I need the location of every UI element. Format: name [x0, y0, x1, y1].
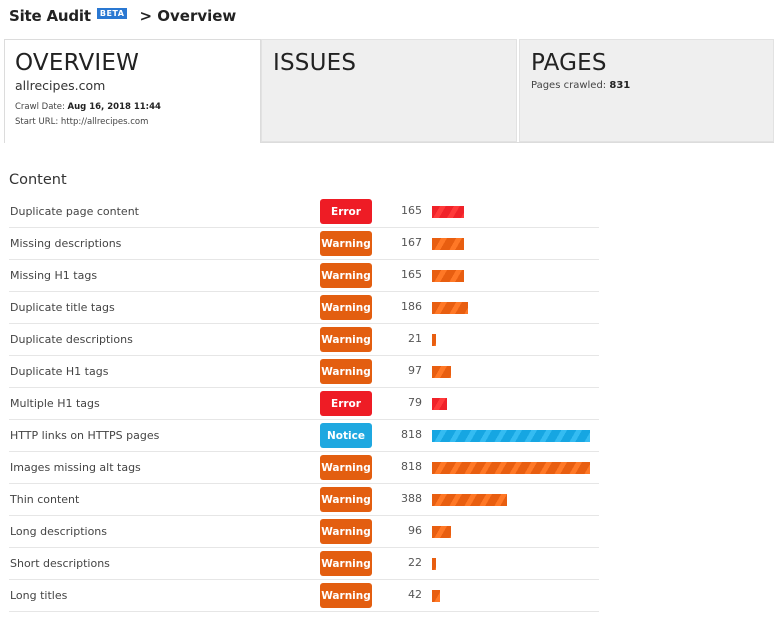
- start-url: Start URL: http://allrecipes.com: [15, 117, 148, 127]
- issue-label[interactable]: Duplicate title tags: [10, 301, 115, 314]
- issue-row[interactable]: Thin content Warning 388: [9, 484, 599, 516]
- issue-count-bar: [432, 462, 590, 474]
- issue-label[interactable]: Multiple H1 tags: [10, 397, 100, 410]
- issue-count[interactable]: 79: [408, 396, 422, 409]
- pages-crawled: Pages crawled: 831: [531, 80, 630, 91]
- tab-overview[interactable]: OVERVIEW allrecipes.com Crawl Date: Aug …: [4, 39, 261, 143]
- issue-count-bar: [432, 302, 468, 314]
- severity-badge: Warning: [320, 487, 372, 512]
- severity-badge: Warning: [320, 359, 372, 384]
- issue-label[interactable]: Long titles: [10, 589, 67, 602]
- issue-count[interactable]: 167: [401, 236, 422, 249]
- issue-count-bar: [432, 526, 451, 538]
- issue-count-bar: [432, 590, 440, 602]
- pages-title: PAGES: [531, 50, 607, 76]
- issue-count[interactable]: 818: [401, 460, 422, 473]
- severity-badge: Error: [320, 391, 372, 416]
- issue-count[interactable]: 96: [408, 524, 422, 537]
- issue-count-bar: [432, 238, 464, 250]
- tab-pages[interactable]: PAGES Pages crawled: 831: [519, 39, 774, 142]
- severity-badge: Warning: [320, 551, 372, 576]
- issue-row[interactable]: Duplicate descriptions Warning 21: [9, 324, 599, 356]
- issue-count-bar: [432, 494, 507, 506]
- breadcrumb: > Overview: [139, 7, 237, 25]
- severity-badge: Warning: [320, 295, 372, 320]
- issue-row[interactable]: Duplicate H1 tags Warning 97: [9, 356, 599, 388]
- severity-badge: Warning: [320, 263, 372, 288]
- overview-title: OVERVIEW: [15, 50, 140, 76]
- issue-count[interactable]: 21: [408, 332, 422, 345]
- issue-list: Duplicate page content Error 165 Missing de…: [9, 196, 599, 612]
- issue-count-bar: [432, 398, 447, 410]
- issue-row[interactable]: Missing descriptions Warning 167: [9, 228, 599, 260]
- beta-badge: BETA: [96, 7, 128, 19]
- issue-label[interactable]: Images missing alt tags: [10, 461, 141, 474]
- issue-count[interactable]: 388: [401, 492, 422, 505]
- issue-row[interactable]: Short descriptions Warning 22: [9, 548, 599, 580]
- issue-label[interactable]: Short descriptions: [10, 557, 110, 570]
- issue-label[interactable]: HTTP links on HTTPS pages: [10, 429, 159, 442]
- severity-badge: Notice: [320, 423, 372, 448]
- issue-row[interactable]: Long titles Warning 42: [9, 580, 599, 612]
- severity-badge: Warning: [320, 519, 372, 544]
- pages-crawled-label: Pages crawled:: [531, 80, 607, 91]
- issue-row[interactable]: Duplicate title tags Warning 186: [9, 292, 599, 324]
- issue-count[interactable]: 818: [401, 428, 422, 441]
- issue-label[interactable]: Duplicate H1 tags: [10, 365, 108, 378]
- page-header: Site Audit BETA > Overview: [9, 4, 236, 28]
- pages-crawled-value: 831: [609, 80, 631, 91]
- start-url-value: http://allrecipes.com: [60, 117, 149, 127]
- start-url-label: Start URL:: [15, 117, 59, 127]
- issue-count-bar: [432, 206, 464, 218]
- severity-badge: Warning: [320, 455, 372, 480]
- issue-label[interactable]: Thin content: [10, 493, 79, 506]
- issue-count[interactable]: 42: [408, 588, 422, 601]
- severity-badge: Warning: [320, 231, 372, 256]
- crawl-date-value: Aug 16, 2018 11:44: [67, 102, 161, 112]
- issue-count-bar: [432, 430, 590, 442]
- issue-label[interactable]: Duplicate page content: [10, 205, 139, 218]
- issue-count-bar: [432, 334, 436, 346]
- content-section-title: Content: [9, 172, 67, 188]
- severity-badge: Warning: [320, 327, 372, 352]
- issue-row[interactable]: Long descriptions Warning 96: [9, 516, 599, 548]
- issue-count-bar: [432, 270, 464, 282]
- issue-count[interactable]: 165: [401, 204, 422, 217]
- crawl-date-label: Crawl Date:: [15, 102, 65, 112]
- issue-label[interactable]: Long descriptions: [10, 525, 107, 538]
- summary-tabs: OVERVIEW allrecipes.com Crawl Date: Aug …: [4, 39, 774, 143]
- issue-count[interactable]: 165: [401, 268, 422, 281]
- issue-count[interactable]: 97: [408, 364, 422, 377]
- issue-count-bar: [432, 366, 451, 378]
- issue-label[interactable]: Missing descriptions: [10, 237, 121, 250]
- issues-title: ISSUES: [273, 50, 357, 76]
- issue-label[interactable]: Duplicate descriptions: [10, 333, 133, 346]
- issue-row[interactable]: HTTP links on HTTPS pages Notice 818: [9, 420, 599, 452]
- issue-row[interactable]: Images missing alt tags Warning 818: [9, 452, 599, 484]
- issue-row[interactable]: Duplicate page content Error 165: [9, 196, 599, 228]
- issue-count[interactable]: 22: [408, 556, 422, 569]
- app-title: Site Audit: [9, 7, 91, 25]
- site-domain: allrecipes.com: [15, 78, 106, 93]
- crawl-date: Crawl Date: Aug 16, 2018 11:44: [15, 102, 161, 112]
- issue-count-bar: [432, 558, 436, 570]
- severity-badge: Warning: [320, 583, 372, 608]
- tab-issues[interactable]: ISSUES: [261, 39, 517, 142]
- issue-row[interactable]: Missing H1 tags Warning 165: [9, 260, 599, 292]
- issue-count[interactable]: 186: [401, 300, 422, 313]
- severity-badge: Error: [320, 199, 372, 224]
- issue-label[interactable]: Missing H1 tags: [10, 269, 97, 282]
- issue-row[interactable]: Multiple H1 tags Error 79: [9, 388, 599, 420]
